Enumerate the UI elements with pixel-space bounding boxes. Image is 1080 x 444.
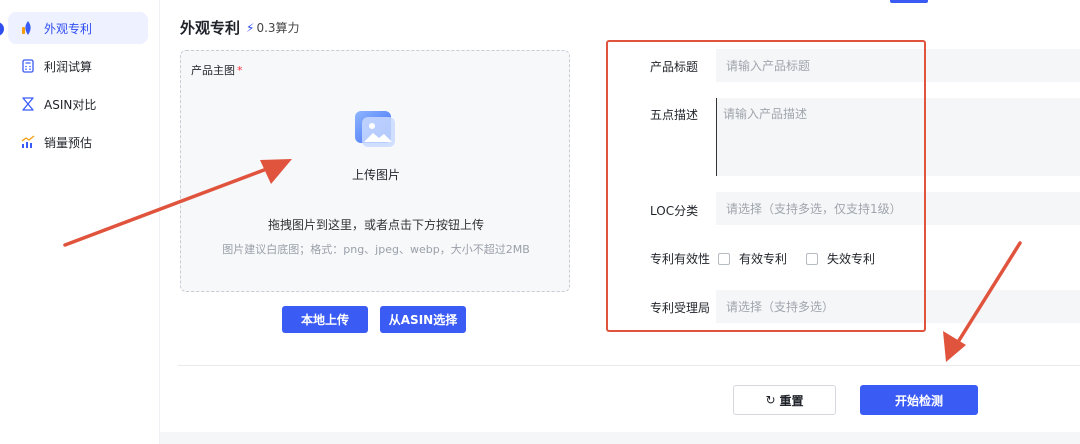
calculator-icon <box>20 58 36 74</box>
bullet-points-label: 五点描述 <box>650 108 699 122</box>
image-upload-dropzone[interactable]: 产品主图 * 上传图片 拖拽图片到这里，或者点击下方按钮上传 图片建议白底图；格式… <box>180 50 570 292</box>
upload-image-text: 上传图片 <box>351 168 400 182</box>
upload-label-text: 产品主图 <box>191 64 235 77</box>
sidebar-item-label: ASIN对比 <box>44 97 97 112</box>
credit-badge: ⚡ 0.3算力 <box>246 19 300 36</box>
annotation-highlight-box <box>606 40 926 332</box>
bottom-band <box>160 432 1080 444</box>
top-tab-indicator <box>890 0 928 3</box>
invalid-patent-checkbox[interactable]: 失效专利 <box>806 250 875 267</box>
sidebar-item-sales-forecast[interactable]: 销量预估 <box>8 126 148 158</box>
lightning-icon: ⚡ <box>246 20 255 35</box>
design-patent-icon <box>20 20 36 36</box>
drag-instruction: 拖拽图片到这里，或者点击下方按钮上传 <box>267 218 484 232</box>
page-title: 外观专利 <box>180 19 241 37</box>
compare-icon <box>20 96 36 112</box>
loc-class-placeholder: 请选择（支持多选，仅支持1级） <box>726 202 902 216</box>
sidebar-item-label: 利润试算 <box>44 59 93 74</box>
valid-patent-label: 有效专利 <box>739 252 788 266</box>
sidebar-item-label: 外观专利 <box>44 21 93 36</box>
start-detection-button[interactable]: 开始检测 <box>860 385 978 415</box>
checkbox-box[interactable] <box>806 252 818 265</box>
sidebar-item-label: 销量预估 <box>44 135 93 150</box>
sidebar-item-design-patent[interactable]: 外观专利 <box>8 12 148 44</box>
bullet-points-placeholder: 请输入产品描述 <box>723 107 808 121</box>
reset-button[interactable]: ↻ 重置 <box>733 385 836 415</box>
image-upload-icon <box>353 109 397 149</box>
bullet-points-textarea[interactable]: 请输入产品描述 <box>716 98 1080 176</box>
sales-chart-icon <box>20 134 36 150</box>
invalid-patent-label: 失效专利 <box>827 252 876 266</box>
upload-label: 产品主图 * <box>191 62 243 78</box>
patent-validity-label: 专利有效性 <box>650 252 711 266</box>
select-from-asin-button[interactable]: 从ASIN选择 <box>380 306 466 333</box>
credit-value: 0.3算力 <box>256 21 300 35</box>
patent-office-label: 专利受理局 <box>650 301 711 315</box>
product-title-placeholder: 请输入产品标题 <box>726 59 811 73</box>
sidebar-item-asin-compare[interactable]: ASIN对比 <box>8 88 148 120</box>
valid-patent-checkbox[interactable]: 有效专利 <box>718 250 787 267</box>
collapse-handle[interactable] <box>0 22 4 36</box>
loc-class-select[interactable]: 请选择（支持多选，仅支持1级） <box>716 192 1080 225</box>
divider <box>178 365 1080 366</box>
checkbox-box[interactable] <box>718 252 730 265</box>
product-title-label: 产品标题 <box>650 60 699 74</box>
loc-class-label: LOC分类 <box>650 204 699 218</box>
patent-office-select[interactable]: 请选择（支持多选） <box>716 290 1080 323</box>
refresh-icon: ↻ <box>765 393 776 407</box>
patent-office-placeholder: 请选择（支持多选） <box>726 300 835 314</box>
sidebar: 外观专利 利润试算 ASIN对比 销量预估 <box>0 0 160 444</box>
annotation-arrowhead-right <box>943 331 966 362</box>
format-hint: 图片建议白底图；格式：png、jpeg、webp，大小不超过2MB <box>222 243 530 256</box>
sidebar-item-profit[interactable]: 利润试算 <box>8 50 148 82</box>
required-mark: * <box>237 64 243 77</box>
product-title-input[interactable]: 请输入产品标题 <box>716 49 1080 82</box>
local-upload-button[interactable]: 本地上传 <box>282 306 368 333</box>
reset-button-label: 重置 <box>779 393 804 408</box>
